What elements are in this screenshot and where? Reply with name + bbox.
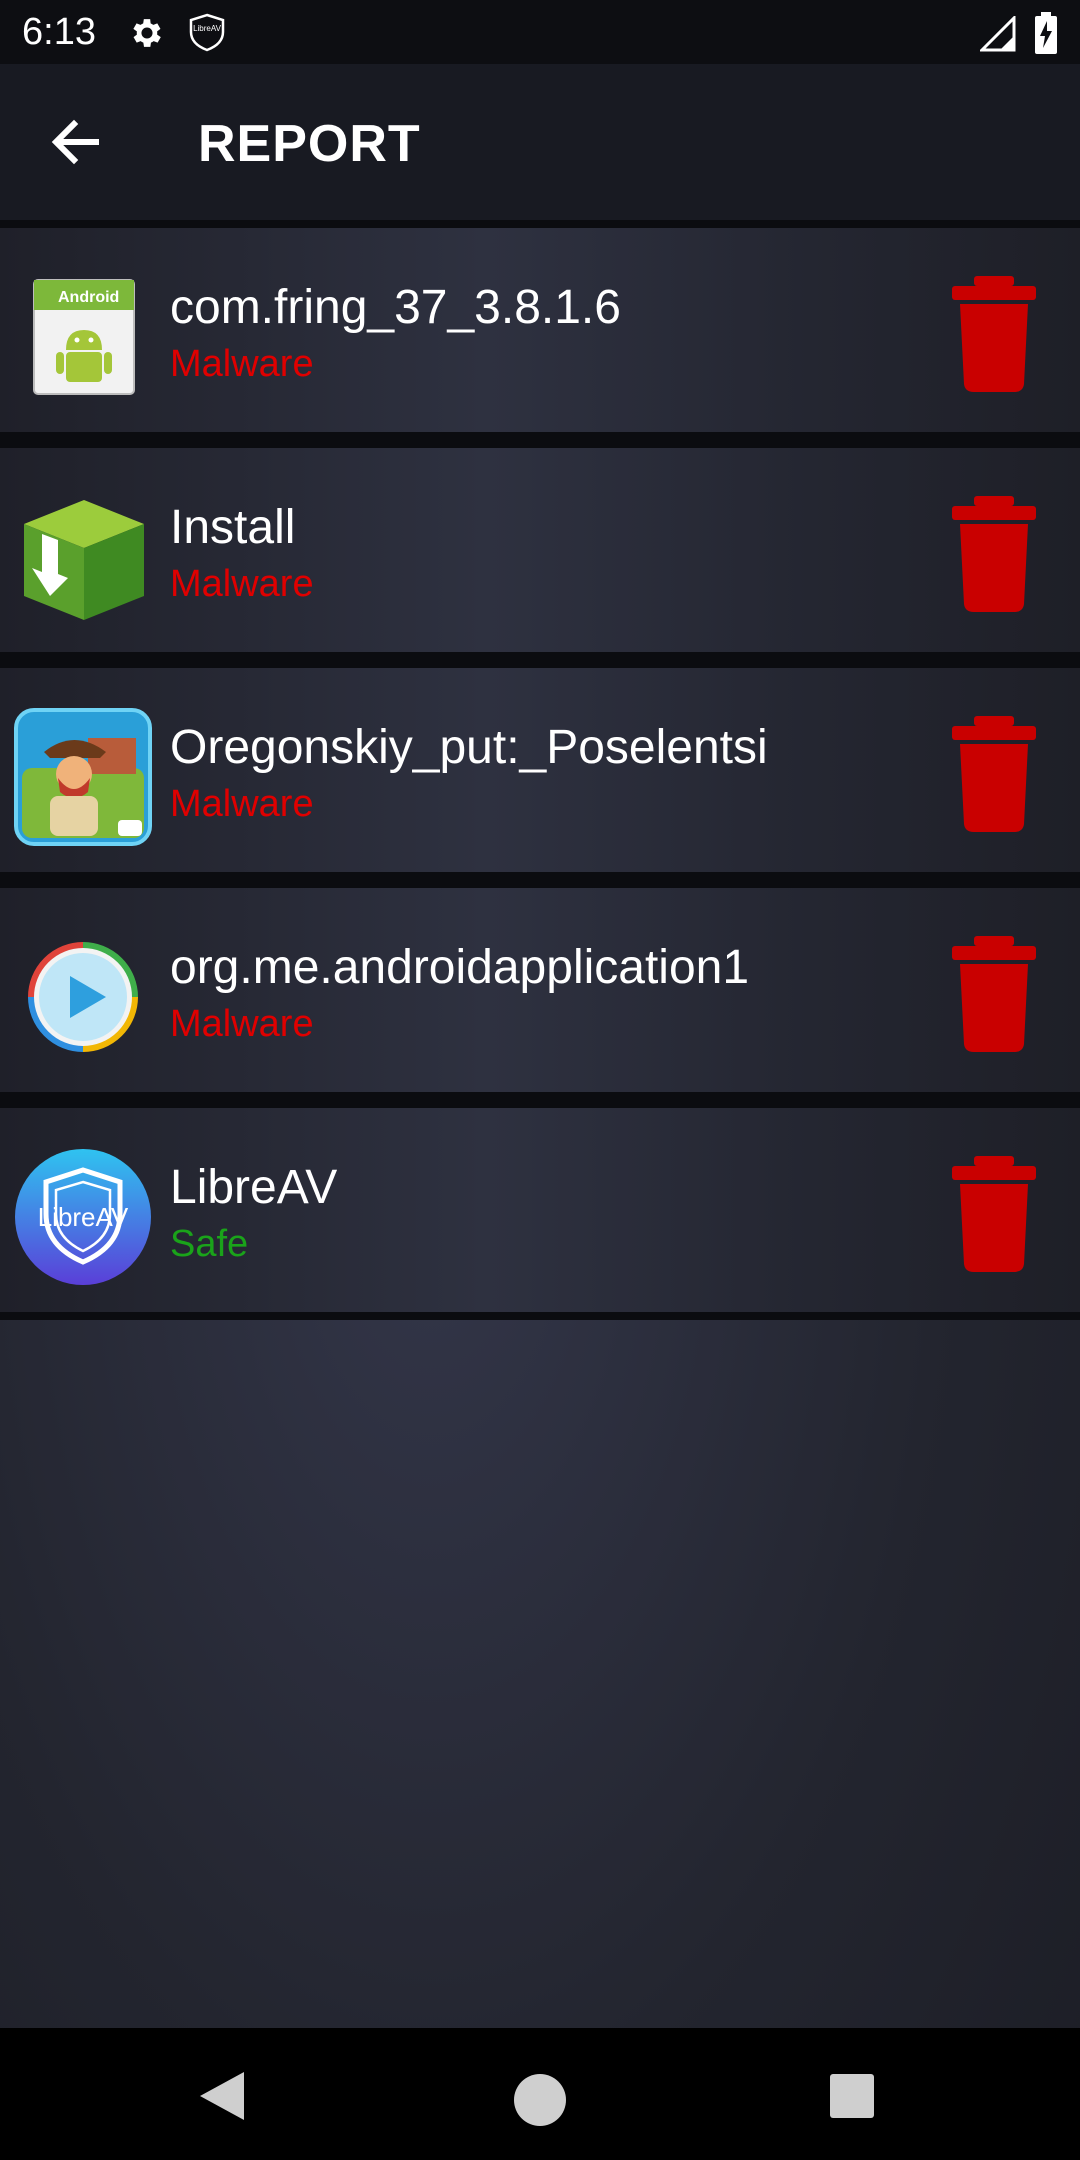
nav-home-icon[interactable] [512, 2072, 568, 2128]
signal-icon [980, 16, 1016, 52]
libreav-icon-text: LibreAV [38, 1202, 129, 1232]
libreav-shield-icon: LibreAV [189, 13, 225, 52]
list-item[interactable]: org.me.androidapplication1 Malware [0, 880, 1080, 1100]
status-shield-text: LibreAV [193, 24, 222, 33]
list-item[interactable]: LibreAV LibreAV Safe [0, 1100, 1080, 1320]
page-title: REPORT [198, 115, 421, 173]
trash-icon[interactable] [950, 936, 1038, 1054]
list-item[interactable]: Android com.fring_37_3.8.1.6 Malware [0, 220, 1080, 440]
app-name: Install [170, 501, 296, 554]
app-bar: REPORT [0, 64, 1080, 220]
status-bar: 6:13 LibreAV [0, 0, 1080, 64]
status-label: Malware [170, 563, 314, 605]
gear-icon [133, 19, 161, 47]
trash-icon[interactable] [950, 716, 1038, 834]
trash-icon[interactable] [950, 1156, 1038, 1274]
app-name: org.me.androidapplication1 [170, 941, 750, 994]
battery-icon [1035, 12, 1057, 54]
list-item[interactable]: Install Malware [0, 440, 1080, 660]
report-screen: 6:13 LibreAV REPORT Android com.fring_37… [0, 0, 1080, 2160]
status-label: Malware [170, 783, 314, 825]
report-list: Android com.fring_37_3.8.1.6 Malware Ins… [0, 220, 1080, 1320]
libreav-shield-icon: LibreAV [15, 1149, 151, 1285]
app-name: com.fring_37_3.8.1.6 [170, 281, 621, 334]
game-cowboy-icon [14, 708, 152, 846]
play-circle-icon [28, 942, 138, 1052]
list-item[interactable]: Oregonskiy_put:_Poselentsi Malware [0, 660, 1080, 880]
status-label: Malware [170, 343, 314, 385]
app-name: LibreAV [170, 1161, 338, 1214]
apk-icon-text: Android [58, 289, 119, 306]
arrow-left-icon[interactable] [44, 110, 108, 174]
trash-icon[interactable] [950, 276, 1038, 394]
status-label: Malware [170, 1003, 314, 1045]
green-box-install-icon [24, 500, 144, 620]
navigation-bar [0, 2028, 1080, 2160]
status-label: Safe [170, 1223, 249, 1265]
app-name: Oregonskiy_put:_Poselentsi [170, 721, 768, 774]
status-time: 6:13 [22, 11, 96, 53]
android-apk-icon: Android [33, 279, 135, 395]
trash-icon[interactable] [950, 496, 1038, 614]
nav-back-icon[interactable] [196, 2068, 248, 2124]
nav-recents-icon[interactable] [828, 2072, 876, 2120]
